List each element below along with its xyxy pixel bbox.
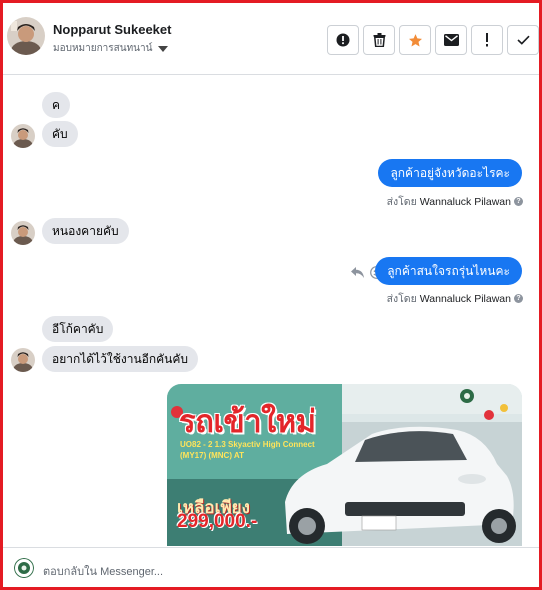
star-icon (408, 33, 422, 46)
chevron-down-icon (158, 45, 169, 52)
contact-avatar-small (11, 124, 35, 148)
reply-composer: ตอบกลับใน Messenger... (3, 547, 539, 587)
agent-name: Wannaluck Pilawan (419, 195, 511, 208)
contact-name[interactable]: Nopparut Sukeeket (53, 22, 171, 37)
incoming-message[interactable]: อีโก้คาคับ (42, 316, 114, 342)
message-thread[interactable]: ค คับ ลูกค้าอยู่จังหวัดอะไรคะ ส่งโดย Wan… (3, 76, 539, 546)
messenger-window: Nopparut Sukeeket มอบหมายการสนทนาน์ ค คั… (0, 0, 542, 590)
conversation-header: Nopparut Sukeeket มอบหมายการสนทนาน์ (3, 3, 539, 75)
star-button[interactable] (399, 25, 431, 55)
incoming-message[interactable]: หนองคายคับ (42, 218, 129, 244)
reply-input[interactable]: ตอบกลับใน Messenger... (43, 562, 163, 580)
contact-avatar[interactable] (7, 17, 45, 55)
assign-conversation-dropdown[interactable]: มอบหมายการสนทนาน์ (53, 41, 169, 56)
agent-name: Wannaluck Pilawan (419, 292, 511, 305)
report-button[interactable] (471, 25, 503, 55)
reply-icon[interactable] (351, 267, 364, 278)
exclamation-icon (486, 33, 488, 47)
mark-done-button[interactable] (507, 25, 539, 55)
incoming-message[interactable]: อยากได้ไว้ใช้งานอีกคันคับ (42, 346, 198, 372)
car-promo-image[interactable]: รถเข้าใหม่ UO82 - 2 1.3 Skyactiv High Co… (167, 384, 522, 546)
info-icon[interactable]: ? (514, 197, 523, 206)
trash-icon (373, 33, 385, 47)
sent-by-label: ส่งโดย Wannaluck Pilawan ? (387, 193, 523, 210)
mark-spam-button[interactable] (327, 25, 359, 55)
contact-avatar-small (11, 221, 35, 245)
header-actions (327, 25, 539, 55)
promo-price: 299,000.- (177, 511, 258, 532)
sent-by-label: ส่งโดย Wannaluck Pilawan ? (387, 290, 523, 307)
contact-avatar-small (11, 348, 35, 372)
check-icon (516, 35, 530, 45)
delete-button[interactable] (363, 25, 395, 55)
mark-unread-button[interactable] (435, 25, 467, 55)
outgoing-message[interactable]: ลูกค้าสนใจรถรุ่นไหนคะ (375, 257, 522, 285)
incoming-message[interactable]: คับ (42, 121, 78, 147)
envelope-icon (443, 34, 459, 46)
assign-label: มอบหมายการสนทนาน์ (53, 43, 153, 54)
promo-model: UO82 - 2 1.3 Skyactiv High Connect (MY17… (180, 440, 315, 460)
outgoing-message[interactable]: ลูกค้าอยู่จังหวัดอะไรคะ (378, 159, 522, 187)
info-icon[interactable]: ? (514, 294, 523, 303)
alert-circle-icon (336, 33, 350, 47)
incoming-message[interactable]: ค (42, 92, 71, 118)
page-logo-icon (14, 558, 34, 578)
